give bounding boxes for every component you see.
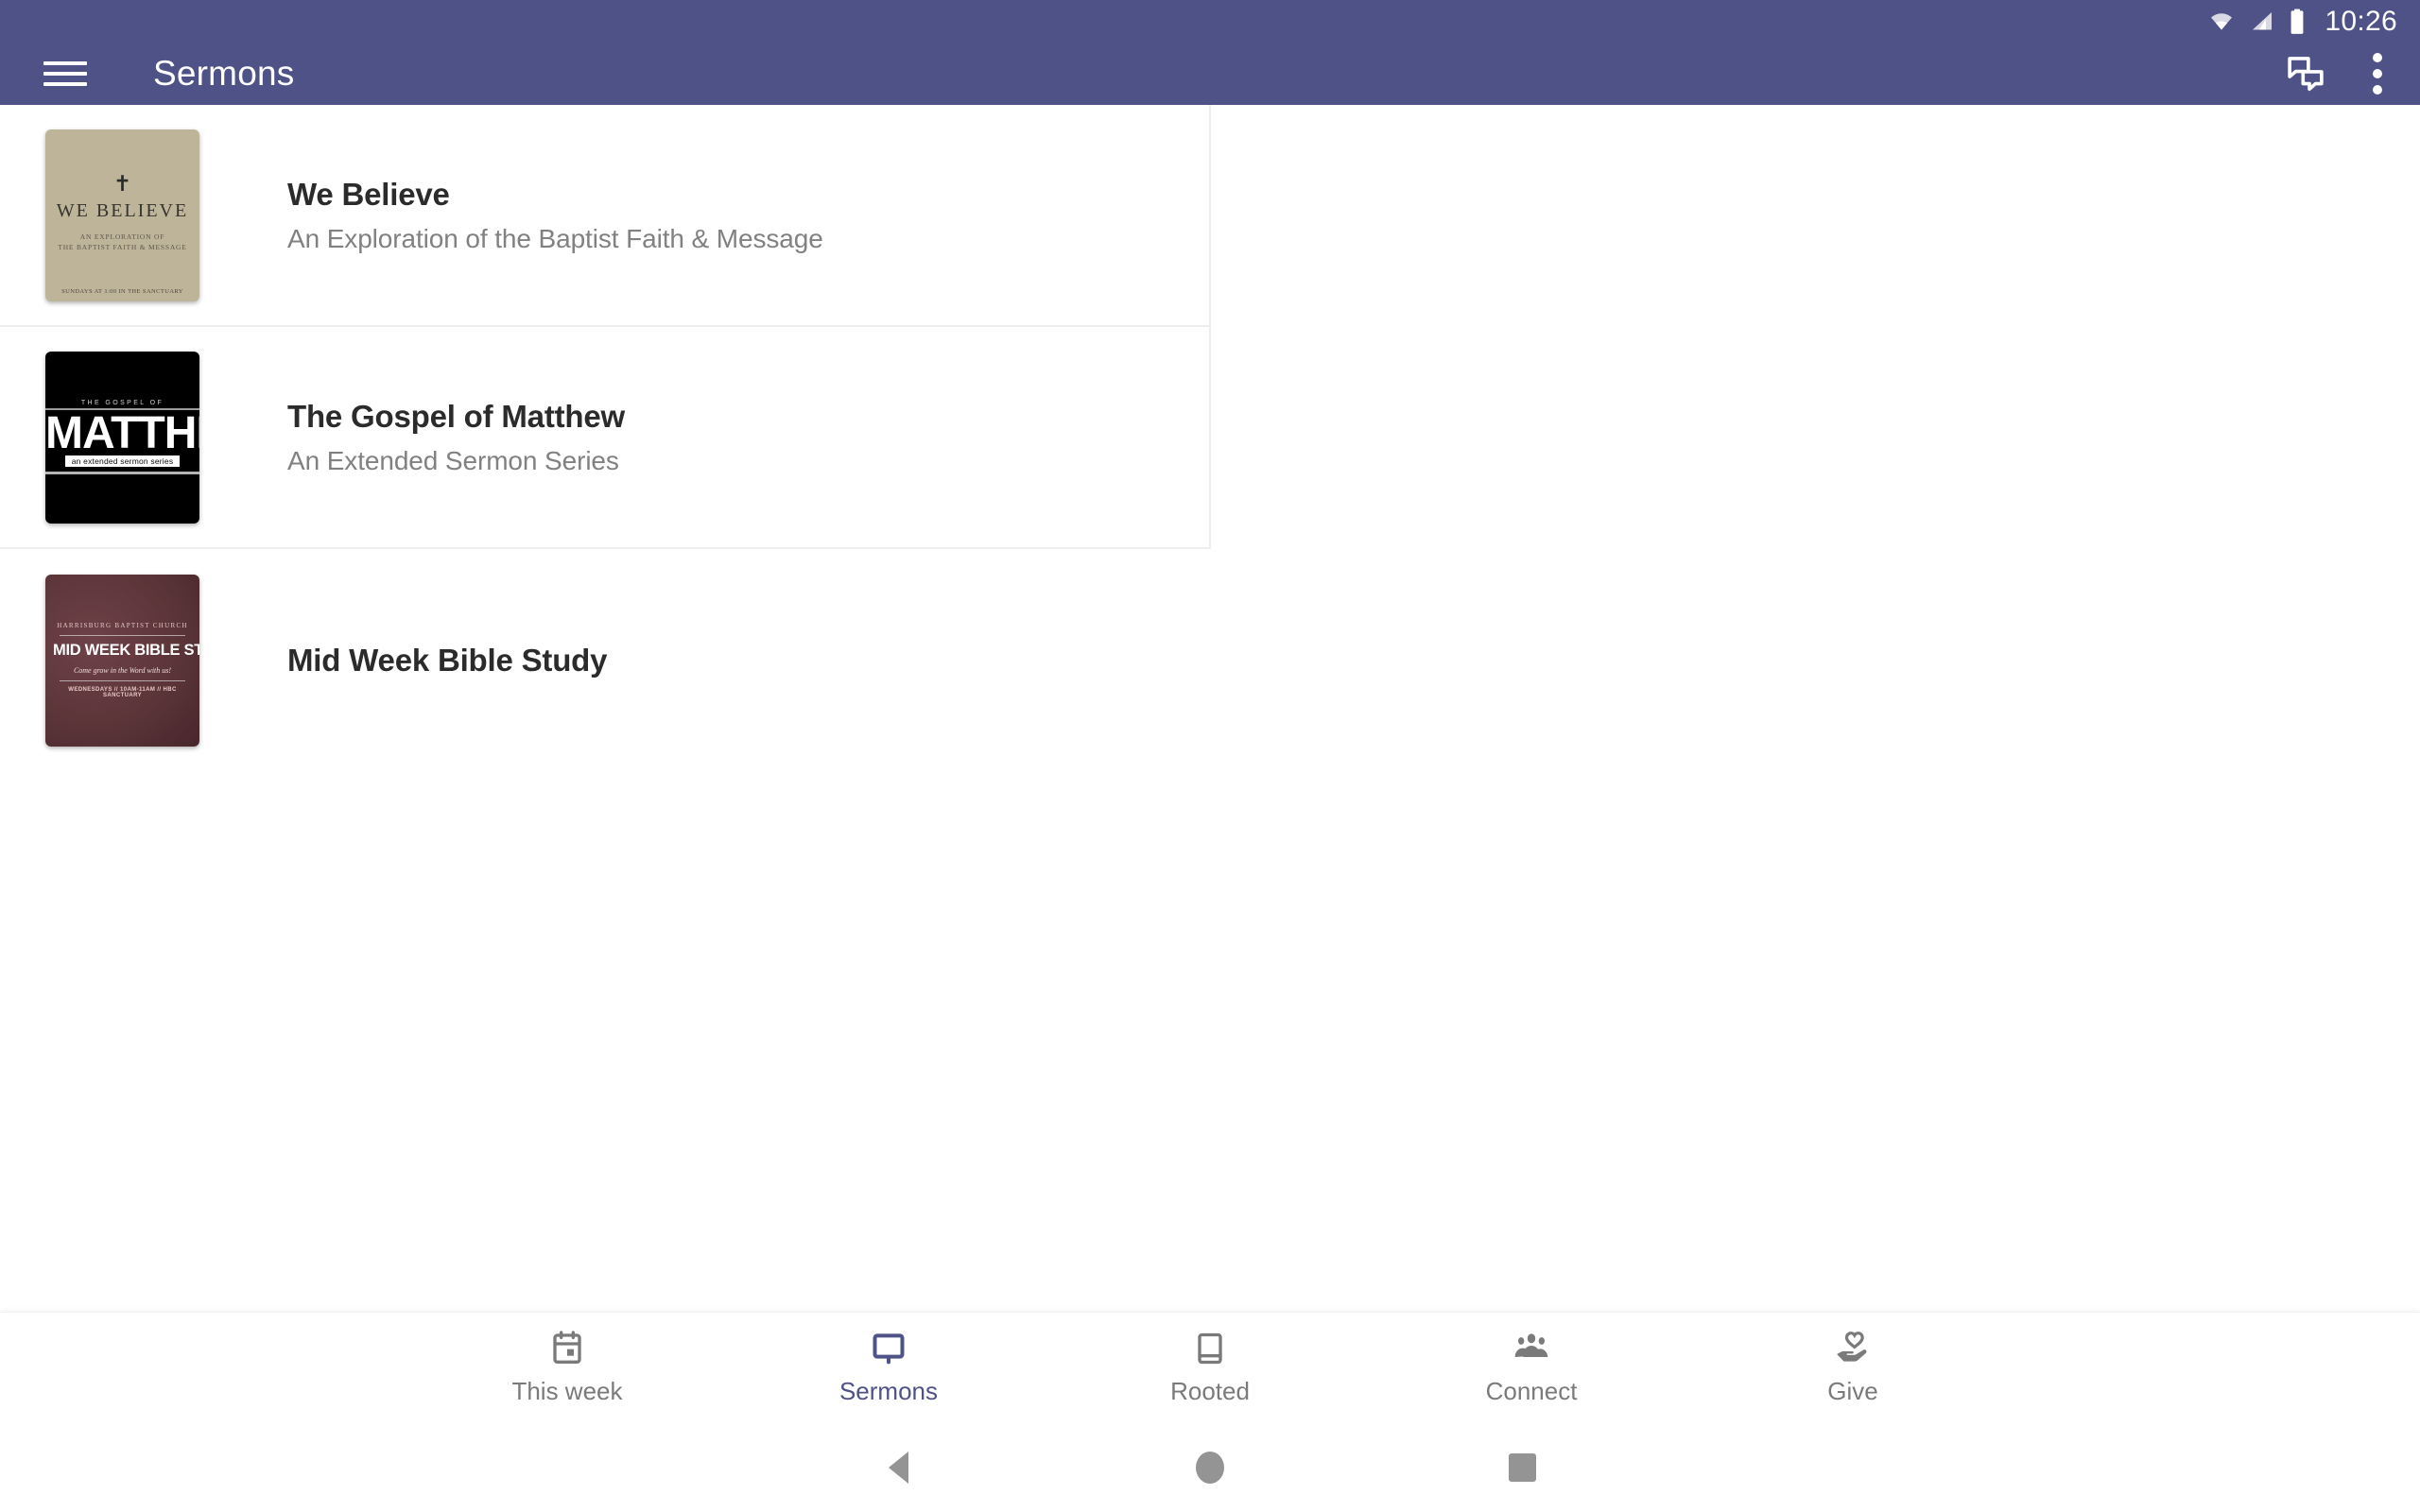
wifi-icon (2211, 12, 2233, 30)
nav-label: Give (1827, 1376, 1878, 1405)
hand-heart-icon (1837, 1331, 1867, 1362)
overflow-menu-icon (2373, 53, 2382, 62)
battery-icon (2291, 9, 2304, 34)
artwork-subtitle-line2: THE BAPTIST FAITH & MESSAGE (58, 242, 187, 251)
list-item[interactable]: ✝ WE BELIEVE AN EXPLORATION OF THE BAPTI… (0, 105, 1209, 327)
home-circle-icon (1196, 1451, 1224, 1484)
series-subtitle: An Extended Sermon Series (287, 445, 619, 475)
nav-item-this-week[interactable]: This week (406, 1330, 728, 1406)
series-artwork-the-gospel-of-matthew: THE GOSPEL OF MATTHEW an extended sermon… (45, 351, 199, 524)
series-title: The Gospel of Matthew (287, 398, 625, 434)
nav-item-give[interactable]: Give (1692, 1330, 2014, 1406)
series-artwork-mid-week-bible-study: HARRISBURG BAPTIST CHURCH MID WEEK BIBLE… (45, 574, 199, 747)
nav-label: Rooted (1170, 1376, 1250, 1405)
app-root: 10:26 Sermons ✝ WE BELIEVE AN EXPLORATIO… (0, 0, 2420, 1512)
page-title: Sermons (153, 54, 295, 93)
chat-bubbles-icon (2288, 57, 2324, 92)
system-navigation-bar (0, 1422, 2420, 1512)
people-group-icon (1514, 1332, 1548, 1358)
artwork-title: MID WEEK BIBLE STUDY (53, 642, 199, 659)
list-item[interactable]: THE GOSPEL OF MATTHEW an extended sermon… (0, 327, 1209, 549)
overflow-menu-button[interactable] (2360, 53, 2386, 94)
book-icon (1198, 1332, 1222, 1364)
nav-label: Connect (1485, 1376, 1578, 1405)
messages-button[interactable] (2284, 52, 2327, 95)
list-item-text: Mid Week Bible Study (287, 643, 607, 679)
list-item-text: The Gospel of Matthew An Extended Sermon… (287, 399, 625, 476)
series-title: Mid Week Bible Study (287, 642, 608, 678)
cross-icon: ✝ (112, 171, 132, 196)
nav-item-rooted[interactable]: Rooted (1049, 1330, 1371, 1406)
artwork-title: MATTHEW (45, 408, 199, 459)
system-recents-button[interactable] (1366, 1452, 1678, 1482)
bottom-navigation-bar: This week Sermons Rooted Connect Give (0, 1312, 2420, 1422)
artwork-church-name: HARRISBURG BAPTIST CHURCH (57, 622, 188, 629)
series-column-left: ✝ WE BELIEVE AN EXPLORATION OF THE BAPTI… (0, 105, 1211, 549)
system-home-button[interactable] (1054, 1451, 1366, 1484)
status-bar: 10:26 (0, 0, 2420, 43)
artwork-footer: WEDNESDAYS // 10AM-11AM // HBC SANCTUARY (68, 687, 177, 698)
nav-label: This week (511, 1376, 623, 1405)
status-time: 10:26 (2325, 5, 2397, 37)
app-bar: Sermons (0, 43, 2420, 105)
calendar-icon (553, 1330, 581, 1364)
artwork-tagline: Come grow in the Word with us! (73, 666, 172, 675)
sermon-series-content: ✝ WE BELIEVE AN EXPLORATION OF THE BAPTI… (0, 105, 2420, 1312)
system-back-button[interactable] (742, 1451, 1054, 1484)
artwork-title: WE BELIEVE (56, 199, 189, 221)
back-triangle-icon (888, 1451, 908, 1484)
series-title: We Believe (287, 176, 450, 212)
nav-item-connect[interactable]: Connect (1371, 1330, 1692, 1406)
nav-label: Sermons (838, 1376, 939, 1405)
nav-item-sermons[interactable]: Sermons (728, 1330, 1049, 1406)
list-item[interactable]: HARRISBURG BAPTIST CHURCH MID WEEK BIBLE… (0, 549, 1211, 771)
artwork-rule-top (60, 635, 185, 636)
hamburger-menu-icon[interactable] (43, 58, 87, 90)
sermon-series-grid: ✝ WE BELIEVE AN EXPLORATION OF THE BAPTI… (0, 105, 2420, 771)
series-artwork-we-believe: ✝ WE BELIEVE AN EXPLORATION OF THE BAPTI… (45, 129, 199, 301)
list-item-text: We Believe An Exploration of the Baptist… (287, 177, 823, 254)
artwork-rule-bottom (45, 471, 199, 474)
artwork-badge: an extended sermon series (64, 455, 181, 467)
series-subtitle: An Exploration of the Baptist Faith & Me… (287, 223, 823, 253)
recents-square-icon (1508, 1452, 1536, 1482)
series-column-right: HARRISBURG BAPTIST CHURCH MID WEEK BIBLE… (0, 549, 1211, 771)
artwork-footer: SUNDAYS AT 1:00 IN THE SANCTUARY (61, 288, 183, 295)
app-bar-actions (2284, 52, 2420, 95)
artwork-subtitle-line1: AN EXPLORATION OF (79, 232, 165, 241)
artwork-kicker: THE GOSPEL OF (80, 400, 164, 407)
cellular-signal-icon (2253, 11, 2273, 29)
artwork-rule-bottom (60, 680, 185, 681)
monitor-icon (873, 1332, 905, 1364)
